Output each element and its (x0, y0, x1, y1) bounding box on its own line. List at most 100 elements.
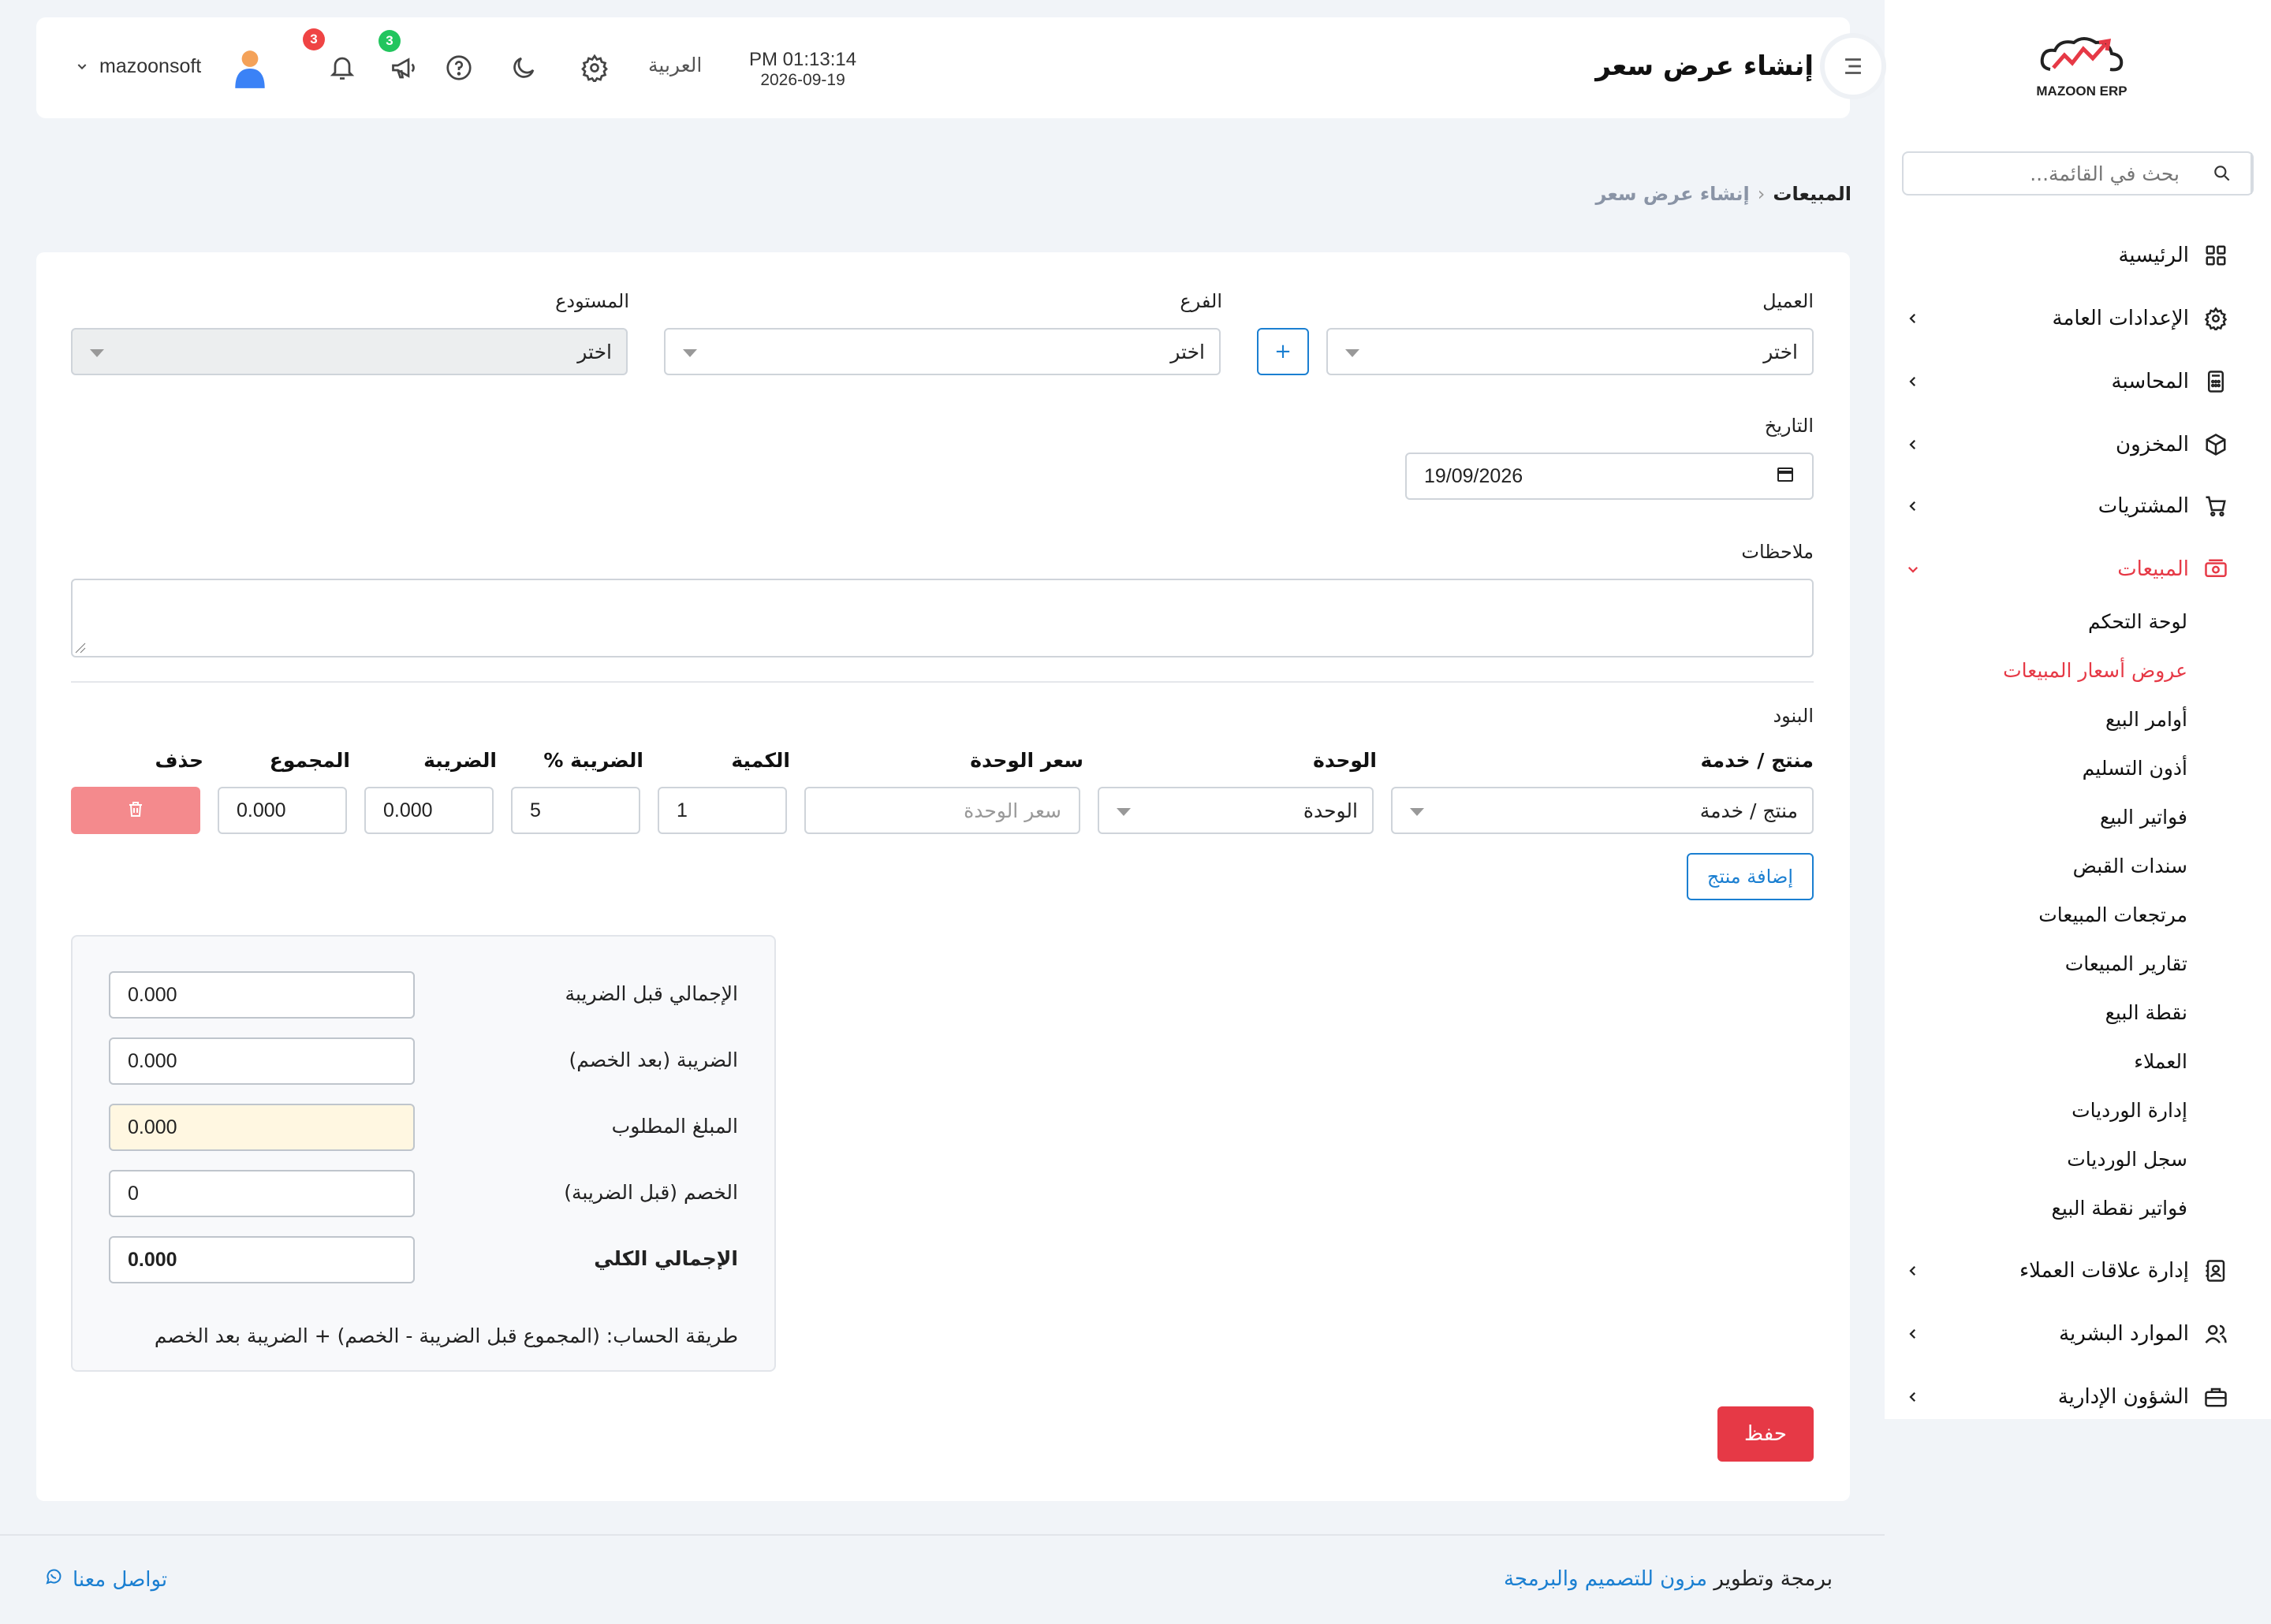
contact-us-link[interactable]: تواصل معنا (44, 1567, 167, 1592)
search-icon[interactable] (2194, 153, 2252, 194)
item-tax-input[interactable]: 0.000 (364, 787, 494, 834)
moon-icon[interactable] (508, 52, 539, 84)
col-tax: الضريبة (423, 749, 497, 772)
item-product-select[interactable]: منتج / خدمة (1391, 787, 1814, 834)
resize-handle-icon[interactable] (74, 642, 87, 654)
chevron-left-icon (1902, 1260, 1924, 1282)
sidebar-sub-quotations[interactable]: عروض أسعار المبيعات (2003, 659, 2187, 682)
item-unit-select[interactable]: الوحدة (1098, 787, 1374, 834)
amount-due-field[interactable]: 0.000 (109, 1104, 415, 1151)
trash-icon (126, 799, 145, 821)
gear-icon (2200, 303, 2232, 334)
footer-company-link[interactable]: مزون للتصميم والبرمجة (1504, 1567, 1707, 1591)
notes-label: ملاحظات (1741, 541, 1814, 563)
customer-select[interactable]: اختر (1326, 328, 1814, 375)
item-quantity-input[interactable]: 1 (658, 787, 787, 834)
branch-select[interactable]: اختر (664, 328, 1221, 375)
amount-due-label: المبلغ المطلوب (611, 1115, 738, 1138)
breadcrumb-separator: ‹ (1757, 183, 1766, 205)
subtotal-label: الإجمالي قبل الضريبة (565, 982, 738, 1005)
megaphone-icon[interactable] (388, 52, 420, 84)
dropdown-arrow-icon (1117, 808, 1131, 816)
cart-icon (2200, 490, 2232, 522)
sidebar-item-hr[interactable]: الموارد البشرية (1892, 1312, 2232, 1356)
notes-textarea[interactable] (71, 579, 1814, 657)
customer-select-value: اختر (1763, 341, 1798, 363)
sidebar-item-label: المشتريات (2098, 494, 2189, 518)
subtotal-field[interactable]: 0.000 (109, 971, 415, 1019)
page-title: إنشاء عرض سعر (1595, 50, 1814, 82)
date-input[interactable]: 19/09/2026 (1405, 453, 1814, 500)
tax-after-discount-field[interactable]: 0.000 (109, 1037, 415, 1085)
divider (71, 681, 1814, 683)
sidebar-sub-shift-log[interactable]: سجل الورديات (2067, 1148, 2187, 1171)
sidebar-item-sales[interactable]: المبيعات (1892, 547, 2232, 591)
sidebar-item-inventory[interactable]: المخزون (1892, 423, 2232, 467)
chevron-down-icon[interactable] (76, 60, 88, 76)
col-tax-percent: الضريبة % (543, 749, 643, 772)
contacts-icon (2200, 1255, 2232, 1287)
language-switcher[interactable]: العربية (648, 54, 702, 76)
help-icon[interactable] (443, 52, 475, 84)
sidebar-item-home[interactable]: الرئيسية (1892, 233, 2232, 277)
sidebar-item-general-settings[interactable]: الإعدادات العامة (1892, 296, 2232, 341)
calculator-icon (2200, 366, 2232, 397)
warehouse-select[interactable]: اختر (71, 328, 628, 375)
branch-select-value: اختر (1170, 341, 1205, 363)
announcements-badge: 3 (378, 30, 401, 52)
sidebar-sub-receipts[interactable]: سندات القبض (2073, 855, 2187, 877)
breadcrumb-parent[interactable]: المبيعات (1773, 183, 1851, 205)
username[interactable]: mazoonsoft (99, 55, 201, 78)
bell-icon[interactable] (326, 52, 358, 84)
sidebar-item-purchases[interactable]: المشتريات (1892, 484, 2232, 528)
item-total-input[interactable]: 0.000 (218, 787, 347, 834)
sidebar-sub-sales-reports[interactable]: تقارير المبيعات (2065, 952, 2187, 975)
sidebar-item-accounting[interactable]: المحاسبة (1892, 359, 2232, 404)
footer-credits: برمجة وتطوير مزون للتصميم والبرمجة (1504, 1567, 1833, 1591)
sidebar-search-input[interactable] (1927, 153, 2180, 194)
sidebar-sub-sales-invoices[interactable]: فواتير البيع (2100, 806, 2187, 829)
sidebar-search[interactable] (1902, 151, 2254, 196)
date-label: التاريخ (1764, 415, 1814, 437)
top-bar: إنشاء عرض سعر PM 01:13:14 2026-09-19 الع… (36, 17, 1850, 118)
calendar-icon[interactable] (1776, 464, 1795, 489)
tax-after-discount-label: الضريبة (بعد الخصم) (569, 1049, 738, 1071)
item-tax-percent-input[interactable]: 5 (511, 787, 640, 834)
clock-time: PM 01:13:14 (749, 49, 857, 70)
sidebar-sub-pos[interactable]: نقطة البيع (2105, 1001, 2187, 1024)
cash-icon (2200, 553, 2232, 585)
sidebar-item-label: إدارة علاقات العملاء (2019, 1259, 2189, 1283)
sidebar-sub-customers[interactable]: العملاء (2134, 1050, 2187, 1073)
sidebar-sub-dashboard[interactable]: لوحة التحكم (2088, 610, 2187, 633)
delete-item-button[interactable] (71, 787, 200, 834)
sidebar-sub-delivery-notes[interactable]: أذون التسليم (2083, 757, 2187, 780)
sidebar-item-crm[interactable]: إدارة علاقات العملاء (1892, 1249, 2232, 1293)
sidebar-sub-pos-invoices[interactable]: فواتير نقطة البيع (2052, 1197, 2187, 1220)
sidebar-item-label: الرئيسية (2118, 244, 2189, 267)
avatar[interactable] (230, 49, 270, 88)
menu-toggle-icon[interactable] (1820, 33, 1886, 99)
quotation-form-card: العميل اختر + الفرع اختر المستودع اختر ا… (36, 252, 1850, 1501)
dropdown-arrow-icon (1410, 808, 1424, 816)
add-customer-button[interactable]: + (1257, 328, 1309, 375)
box-icon (2200, 429, 2232, 460)
grand-total-field[interactable]: 0.000 (109, 1236, 415, 1283)
sidebar-sub-sales-orders[interactable]: أوامر البيع (2105, 708, 2187, 731)
sidebar-item-label: المخزون (2116, 433, 2189, 456)
add-product-button[interactable]: إضافة منتج (1686, 853, 1814, 900)
dropdown-arrow-icon (1345, 349, 1359, 357)
settings-gear-icon[interactable] (579, 52, 610, 84)
discount-field[interactable]: 0 (109, 1170, 415, 1217)
save-button[interactable]: حفظ (1717, 1406, 1814, 1462)
sidebar-sub-sales-returns[interactable]: مرتجعات المبيعات (2038, 903, 2187, 926)
chevron-left-icon (1902, 434, 1924, 456)
col-unit-price: سعر الوحدة (970, 749, 1083, 772)
sidebar-sub-shift-management[interactable]: إدارة الورديات (2071, 1099, 2187, 1122)
footer-prefix: برمجة وتطوير (1714, 1567, 1833, 1591)
users-icon (2200, 1318, 2232, 1350)
mazoon-logo[interactable]: MAZOON ERP (2027, 32, 2137, 110)
sidebar-item-admin-affairs[interactable]: الشؤون الإدارية (1892, 1375, 2232, 1419)
briefcase-icon (2200, 1381, 2232, 1413)
item-unit-price-input[interactable]: سعر الوحدة (804, 787, 1080, 834)
breadcrumb: المبيعات ‹ إنشاء عرض سعر (1595, 183, 1851, 205)
